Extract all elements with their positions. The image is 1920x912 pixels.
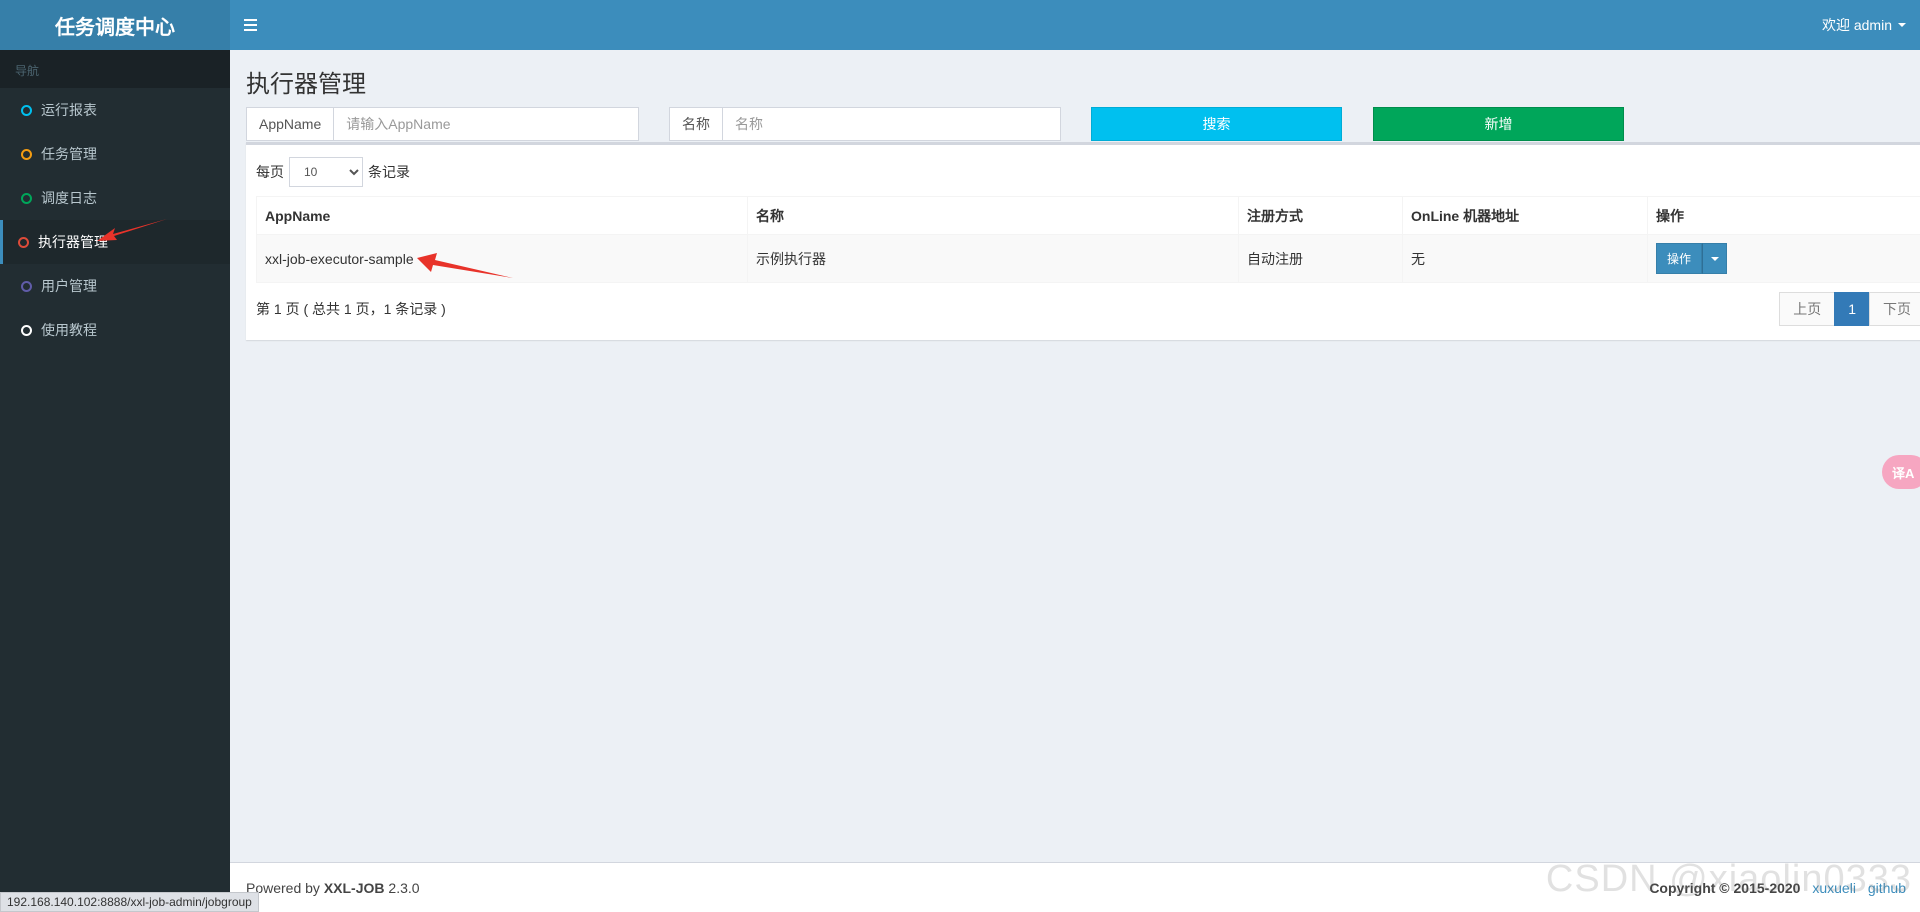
appname-filter: AppName (246, 107, 639, 141)
sidebar: 导航 运行报表 任务管理 调度日志 执行器管理 用户管理 使用教程 (0, 50, 230, 912)
powered-brand: XXL-JOB (323, 880, 385, 896)
sidebar-item-label: 任务管理 (41, 146, 97, 162)
main-content: 执行器管理 AppName 名称 搜索 新增 每页 10 条记录 AppName… (230, 50, 1920, 862)
column-header-actions: 操作 (1647, 196, 1920, 235)
action-button[interactable]: 操作 (1656, 243, 1703, 274)
sidebar-item-users[interactable]: 用户管理 (0, 264, 230, 308)
appname-label: AppName (247, 108, 335, 140)
column-header-appname[interactable]: AppName (256, 196, 748, 235)
sidebar-item-jobs[interactable]: 任务管理 (0, 132, 230, 176)
cell-name: 示例执行器 (747, 234, 1239, 283)
name-label: 名称 (670, 108, 723, 140)
executor-table-box: 每页 10 条记录 AppName 名称 注册方式 OnLine 机器地址 操作… (246, 142, 1920, 340)
search-button[interactable]: 搜索 (1091, 107, 1342, 141)
action-dropdown-toggle[interactable] (1702, 243, 1728, 274)
powered-by: Powered by XXL-JOB 2.3.0 (246, 880, 420, 896)
circle-icon (21, 148, 32, 160)
sidebar-item-report[interactable]: 运行报表 (0, 88, 230, 132)
sidebar-item-label: 使用教程 (41, 322, 97, 338)
circle-icon (21, 280, 32, 292)
user-menu[interactable]: 欢迎 admin (1822, 0, 1906, 50)
column-header-name[interactable]: 名称 (747, 196, 1239, 235)
appname-input[interactable] (334, 108, 638, 140)
table-info: 第 1 页 ( 总共 1 页，1 条记录 ) (256, 301, 446, 317)
next-page-button[interactable]: 下页 (1869, 292, 1920, 326)
caret-down-icon (1710, 256, 1719, 261)
app-logo[interactable]: 任务调度中心 (0, 0, 230, 50)
name-filter: 名称 (669, 107, 1061, 141)
cell-register: 自动注册 (1238, 234, 1403, 283)
caret-down-icon (1898, 23, 1906, 27)
prev-page-button[interactable]: 上页 (1779, 292, 1836, 326)
sidebar-item-label: 运行报表 (41, 102, 97, 118)
page-button-current[interactable]: 1 (1834, 292, 1870, 326)
cell-online: 无 (1402, 234, 1648, 283)
page-length-control: 每页 10 条记录 (256, 157, 410, 187)
annotation-arrow-icon (97, 219, 167, 241)
powered-version: 2.3.0 (388, 880, 420, 896)
circle-icon (21, 324, 32, 336)
circle-icon (18, 236, 29, 248)
user-label: 欢迎 admin (1821, 17, 1892, 33)
action-button-group: 操作 (1656, 243, 1728, 274)
sidebar-item-label: 调度日志 (41, 190, 97, 206)
length-suffix: 条记录 (368, 164, 410, 180)
column-header-online[interactable]: OnLine 机器地址 (1402, 196, 1648, 235)
annotation-arrow-icon (417, 253, 513, 278)
column-header-register[interactable]: 注册方式 (1238, 196, 1403, 235)
table-header-row: AppName 名称 注册方式 OnLine 机器地址 操作 (256, 196, 1920, 235)
top-navbar: 欢迎 admin (230, 0, 1920, 50)
sidebar-item-label: 用户管理 (41, 278, 97, 294)
circle-icon (21, 104, 32, 116)
cell-actions: 操作 (1647, 234, 1920, 283)
add-button[interactable]: 新增 (1373, 107, 1624, 141)
watermark: CSDN @xiaolin0333 (1545, 858, 1912, 900)
page-title: 执行器管理 (246, 71, 366, 98)
sidebar-toggle-icon[interactable] (244, 15, 264, 35)
circle-icon (21, 192, 32, 204)
translate-float-icon[interactable]: 译A (1882, 455, 1920, 489)
sidebar-item-help[interactable]: 使用教程 (0, 308, 230, 352)
sidebar-header: 导航 (0, 50, 230, 88)
length-prefix: 每页 (256, 164, 284, 180)
browser-status-url: 192.168.140.102:8888/xxl-job-admin/jobgr… (0, 892, 259, 912)
pagination: 上页 1 下页 (1779, 292, 1920, 326)
page-length-select[interactable]: 10 (289, 157, 363, 187)
name-input[interactable] (723, 108, 1053, 140)
sidebar-item-logs[interactable]: 调度日志 (0, 176, 230, 220)
